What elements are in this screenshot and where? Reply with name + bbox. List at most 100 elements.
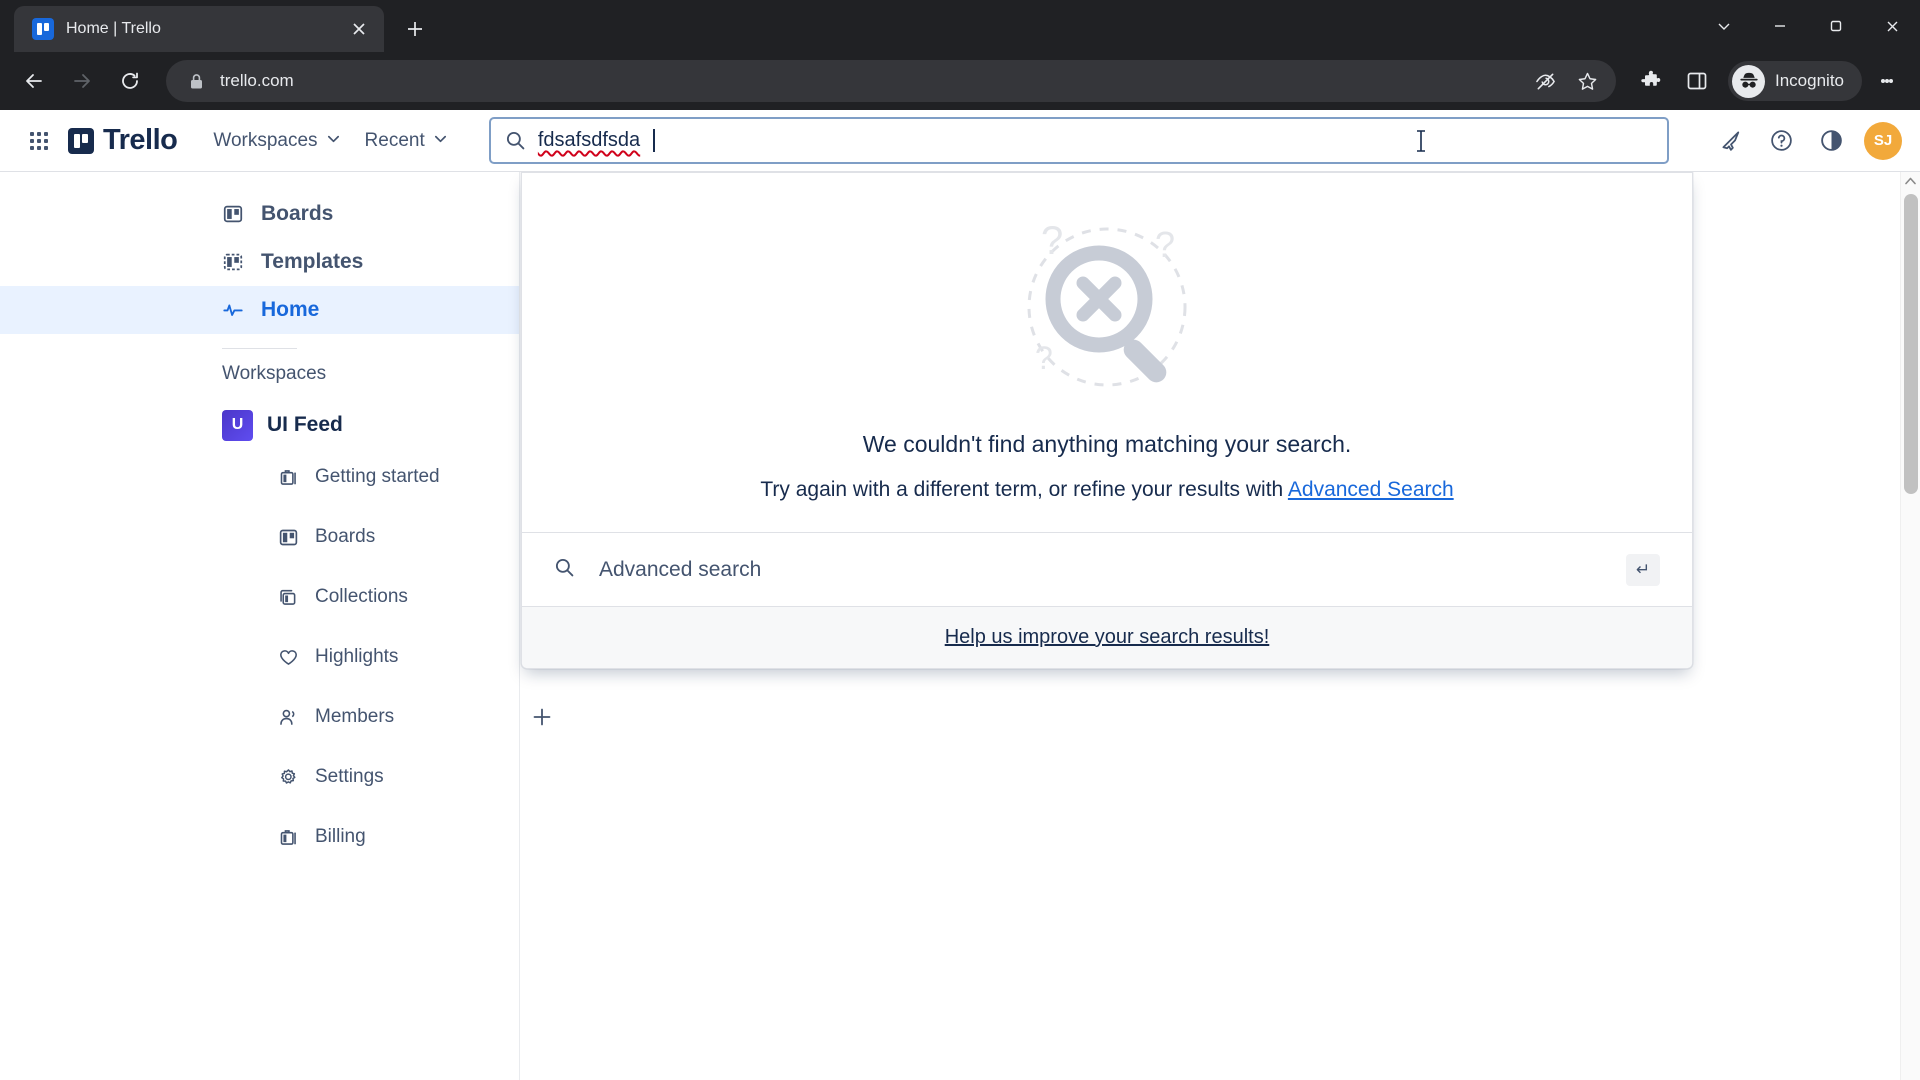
lock-icon	[186, 71, 206, 91]
window-minimize-icon[interactable]	[1752, 0, 1808, 52]
sidebar-item-label: Boards	[315, 526, 376, 547]
bookmark-star-icon[interactable]	[1568, 62, 1606, 100]
sidebar-item-getting-started[interactable]: Getting started	[0, 447, 519, 507]
search-empty-hint: Try again with a different term, or refi…	[522, 478, 1692, 502]
sidebar: Boards Templates Home Workspaces U UI Fe…	[0, 172, 551, 1080]
search-results-dropdown: ? ? ? We couldn't find anything matching…	[521, 172, 1693, 669]
theme-toggle-icon[interactable]	[1808, 118, 1854, 164]
gear-icon	[278, 767, 299, 788]
sidebar-section-label: Workspaces	[222, 363, 327, 384]
incognito-label: Incognito	[1775, 71, 1844, 90]
sidebar-item-label: Getting started	[315, 466, 440, 487]
sidebar-item-collections[interactable]: Collections	[0, 567, 519, 627]
window-close-icon[interactable]	[1864, 0, 1920, 52]
search-empty-title: We couldn't find anything matching your …	[862, 431, 1352, 457]
trello-logo-icon	[68, 127, 94, 154]
sidebar-divider	[222, 348, 297, 349]
sidebar-item-home[interactable]: Home	[0, 286, 519, 334]
sidebar-item-billing[interactable]: Billing	[0, 807, 519, 867]
sidebar-item-label: Billing	[315, 826, 366, 847]
sidebar-item-boards[interactable]: Boards	[0, 190, 519, 238]
page-scrollbar[interactable]	[1900, 172, 1920, 1080]
scroll-up-icon[interactable]	[1901, 172, 1920, 190]
scrollbar-thumb[interactable]	[1904, 194, 1918, 494]
back-icon[interactable]	[12, 59, 56, 103]
search-input[interactable]: fdsafsdfsda	[488, 117, 1669, 164]
brand-name: Trello	[103, 124, 178, 156]
sidebar-item-boards-ws[interactable]: Boards	[0, 507, 519, 567]
collections-icon	[278, 587, 299, 608]
incognito-profile-button[interactable]: Incognito	[1728, 61, 1862, 101]
svg-text:?: ?	[1035, 340, 1053, 376]
svg-text:?: ?	[1155, 224, 1175, 265]
search-empty-state: ? ? ? We couldn't find anything matching…	[522, 173, 1692, 532]
search-area: fdsafsdfsda	[460, 117, 1698, 164]
sidebar-item-highlights[interactable]: Highlights	[0, 627, 519, 687]
url-text: trello.com	[220, 71, 294, 90]
header-actions: SJ	[1708, 118, 1902, 164]
search-icon	[554, 557, 575, 583]
search-dropdown-footer: Help us improve your search results!	[522, 606, 1692, 668]
page-body: Boards Templates Home Workspaces U UI Fe…	[0, 172, 1920, 1080]
tab-strip: Home | Trello	[0, 0, 1920, 52]
home-activity-icon	[222, 299, 244, 321]
window-chevron-down-icon[interactable]	[1696, 0, 1752, 52]
side-panel-icon[interactable]	[1676, 60, 1718, 102]
workspace-name: UI Feed	[267, 413, 343, 436]
board-icon	[222, 203, 244, 225]
sidebar-item-label: Highlights	[315, 646, 399, 667]
sidebar-item-label: Home	[261, 298, 320, 321]
text-caret	[653, 129, 655, 152]
app-switcher-grid-icon[interactable]	[18, 120, 60, 162]
extensions-puzzle-icon[interactable]	[1630, 60, 1672, 102]
close-tab-icon[interactable]	[344, 14, 374, 44]
browser-tab[interactable]: Home | Trello	[14, 6, 384, 52]
trello-favicon-icon	[32, 18, 54, 40]
workspace-header[interactable]: U UI Feed	[0, 403, 519, 447]
notifications-bell-icon[interactable]	[1708, 118, 1754, 164]
forward-icon[interactable]	[60, 59, 104, 103]
advanced-search-link[interactable]: Advanced Search	[1288, 478, 1454, 501]
tracking-protection-eye-off-icon[interactable]	[1526, 62, 1564, 100]
text-cursor-icon	[1415, 129, 1427, 158]
browser-chrome: Home | Trello trello.com Incognito	[0, 0, 1920, 110]
chevron-down-icon	[433, 130, 448, 152]
sidebar-item-label: Templates	[261, 250, 364, 273]
browser-toolbar: trello.com Incognito	[0, 52, 1920, 110]
omnibox-actions	[1526, 62, 1606, 100]
svg-text:?: ?	[1041, 219, 1063, 263]
search-icon	[505, 130, 526, 151]
browser-menu-icon[interactable]	[1866, 60, 1908, 102]
sidebar-item-members[interactable]: Members	[0, 687, 551, 747]
new-tab-button[interactable]	[400, 14, 430, 44]
trello-page: Trello Workspaces Recent fdsafsdfsda SJ …	[0, 110, 1920, 1080]
sidebar-item-label: Boards	[261, 202, 334, 225]
address-bar[interactable]: trello.com	[166, 60, 1616, 102]
trello-header: Trello Workspaces Recent fdsafsdfsda SJ	[0, 110, 1920, 172]
advanced-search-row[interactable]: Advanced search ↵	[522, 532, 1692, 606]
chevron-down-icon	[326, 130, 341, 152]
improve-search-results-link[interactable]: Help us improve your search results!	[945, 626, 1270, 649]
sidebar-item-label: Collections	[315, 586, 408, 607]
recent-menu[interactable]: Recent	[353, 122, 460, 160]
advanced-search-label: Advanced search	[599, 557, 762, 581]
heart-icon	[278, 647, 299, 668]
search-input-value: fdsafsdfsda	[537, 129, 641, 151]
avatar[interactable]: SJ	[1864, 121, 1902, 160]
board-icon	[278, 527, 299, 548]
trello-logo[interactable]: Trello	[68, 124, 178, 157]
members-icon	[278, 707, 299, 728]
briefcase-icon	[278, 467, 299, 488]
window-maximize-icon[interactable]	[1808, 0, 1864, 52]
incognito-icon	[1732, 64, 1765, 98]
sidebar-item-label: Settings	[315, 766, 384, 787]
enter-key-icon: ↵	[1626, 553, 1660, 586]
briefcase-icon	[278, 827, 299, 848]
help-icon[interactable]	[1758, 118, 1804, 164]
sidebar-item-templates[interactable]: Templates	[0, 238, 519, 286]
template-icon	[222, 251, 244, 273]
sidebar-item-settings[interactable]: Settings	[0, 747, 519, 807]
workspaces-menu[interactable]: Workspaces	[201, 122, 352, 160]
reload-icon[interactable]	[108, 59, 152, 103]
search-empty-hint-prefix: Try again with a different term, or refi…	[760, 478, 1288, 501]
